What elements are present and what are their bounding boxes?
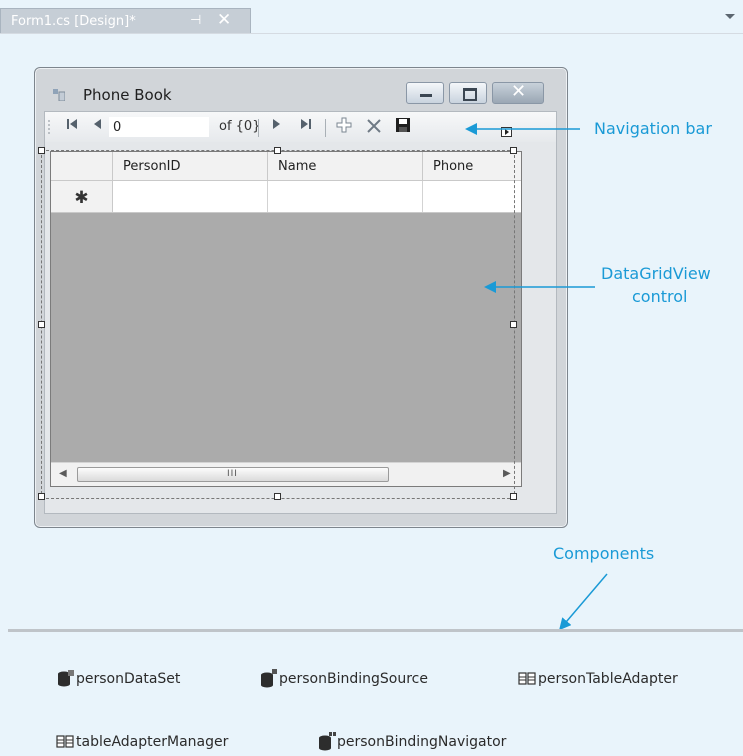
component-label: personBindingSource (279, 671, 428, 687)
component-label: personDataSet (76, 671, 181, 687)
resize-handle[interactable] (510, 493, 517, 500)
toolbar-separator (325, 119, 326, 137)
move-next-icon (273, 119, 280, 129)
resize-handle[interactable] (274, 147, 281, 154)
table-adapter-manager-icon (56, 735, 74, 748)
toolbar-separator (258, 119, 259, 137)
binding-navigator-toolbar: of {0} (45, 112, 556, 142)
form-caption-bar: Phone Book ✕ (35, 68, 567, 108)
resize-handle[interactable] (510, 321, 517, 328)
selection-frame (41, 150, 515, 499)
move-last-button[interactable] (295, 117, 317, 137)
maximize-icon (463, 88, 477, 101)
position-input[interactable] (109, 117, 209, 137)
count-label: of {0} (219, 119, 261, 134)
add-icon (336, 117, 352, 133)
component-label: personTableAdapter (538, 671, 678, 687)
table-adapter-icon (518, 672, 536, 685)
resize-handle[interactable] (38, 493, 45, 500)
maximize-button[interactable] (449, 82, 487, 104)
form-icon (53, 89, 65, 101)
delete-icon (367, 119, 381, 133)
form-title: Phone Book (83, 86, 172, 104)
tab-title: Form1.cs [Design]* (11, 14, 136, 29)
close-icon: ✕ (511, 81, 527, 102)
dataset-icon (58, 670, 74, 687)
datagridview-label-line2: control (632, 287, 688, 306)
toolbar-grip[interactable] (48, 119, 50, 135)
close-tab-icon[interactable]: ✕ (217, 10, 231, 30)
resize-handle[interactable] (38, 147, 45, 154)
component-label: tableAdapterManager (76, 734, 229, 750)
components-label: Components (553, 544, 655, 563)
close-button[interactable]: ✕ (492, 81, 544, 104)
navigation-bar-label: Navigation bar (594, 119, 712, 138)
save-icon (396, 118, 410, 132)
tab-dropdown-icon[interactable] (725, 14, 735, 19)
smart-tag-icon[interactable] (501, 127, 512, 137)
minimize-button[interactable] (406, 82, 444, 104)
pin-icon[interactable]: ⊣ (190, 13, 201, 28)
tab-form1-design[interactable]: Form1.cs [Design]* ⊣ ✕ (0, 8, 251, 34)
resize-handle[interactable] (510, 147, 517, 154)
add-new-button[interactable] (334, 117, 354, 137)
minimize-icon (420, 94, 432, 97)
move-last-icon (301, 119, 311, 129)
binding-navigator-icon (319, 732, 336, 751)
move-next-button[interactable] (266, 117, 286, 137)
move-previous-button[interactable] (89, 117, 107, 137)
move-first-button[interactable] (61, 117, 83, 137)
component-label: personBindingNavigator (337, 734, 507, 750)
datagridview-label: DataGridView (601, 264, 711, 283)
resize-handle[interactable] (38, 321, 45, 328)
delete-button[interactable] (363, 117, 385, 137)
move-first-icon (67, 119, 77, 129)
save-button[interactable] (393, 117, 413, 137)
resize-handle[interactable] (274, 493, 281, 500)
move-previous-icon (94, 119, 101, 129)
document-tab-strip: Form1.cs [Design]* ⊣ ✕ (0, 0, 743, 34)
binding-source-icon (261, 669, 277, 688)
